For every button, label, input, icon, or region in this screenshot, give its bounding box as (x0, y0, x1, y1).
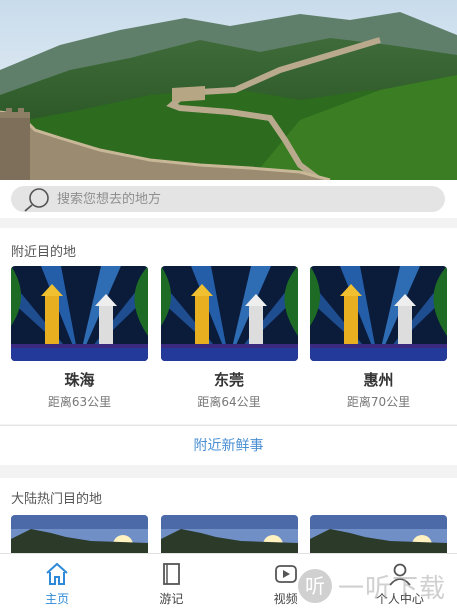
sunset-mountain-image[interactable] (310, 515, 447, 553)
sunset-mountain-image[interactable] (11, 515, 148, 553)
pagoda-night-image (310, 266, 447, 361)
nearby-news-link[interactable]: 附近新鲜事 (0, 425, 457, 465)
sunset-mountain-image[interactable] (160, 515, 298, 553)
hot-cards (11, 515, 447, 553)
tab-label: 视频 (273, 592, 298, 606)
city-name: 惠州 (363, 371, 394, 389)
book-icon (163, 563, 181, 585)
watermark-badge: 听 (298, 569, 332, 603)
tab-label: 主页 (45, 592, 70, 606)
great-wall-image (0, 0, 457, 180)
hero-banner[interactable] (0, 0, 457, 180)
city-distance: 距离70公里 (346, 395, 411, 409)
nearby-section: 附近目的地 珠海 距离63公里 东莞 距离64公里 惠州 距离70公里 (0, 228, 457, 424)
search-bar[interactable] (11, 186, 445, 212)
hot-section: 大陆热门目的地 (0, 478, 457, 553)
city-distance: 距离63公里 (47, 395, 112, 409)
home-icon (46, 562, 68, 585)
hot-title: 大陆热门目的地 (11, 492, 103, 507)
nearby-title: 附近目的地 (11, 245, 77, 260)
pagoda-night-image (160, 266, 298, 361)
nearby-cards: 珠海 距离63公里 东莞 距离64公里 惠州 距离70公里 (11, 266, 447, 410)
watermark: 听 一听下载 (298, 563, 457, 609)
pagoda-night-image (11, 266, 148, 361)
nearby-card-2[interactable]: 东莞 距离64公里 (160, 266, 298, 410)
nearby-card-1[interactable]: 珠海 距离63公里 (11, 266, 148, 410)
city-name: 东莞 (213, 371, 244, 389)
watermark-text: 一听下载 (338, 573, 447, 604)
video-icon (274, 565, 297, 583)
search-bar-container (0, 180, 457, 218)
city-distance: 距离64公里 (197, 395, 261, 409)
search-input[interactable] (57, 191, 417, 207)
city-name: 珠海 (64, 371, 95, 389)
tab-travelogue[interactable]: 游记 (114, 554, 228, 609)
nearby-card-3[interactable]: 惠州 距离70公里 (310, 266, 447, 410)
tab-label: 游记 (159, 592, 184, 606)
tab-home[interactable]: 主页 (0, 554, 114, 609)
search-icon[interactable] (11, 186, 57, 212)
